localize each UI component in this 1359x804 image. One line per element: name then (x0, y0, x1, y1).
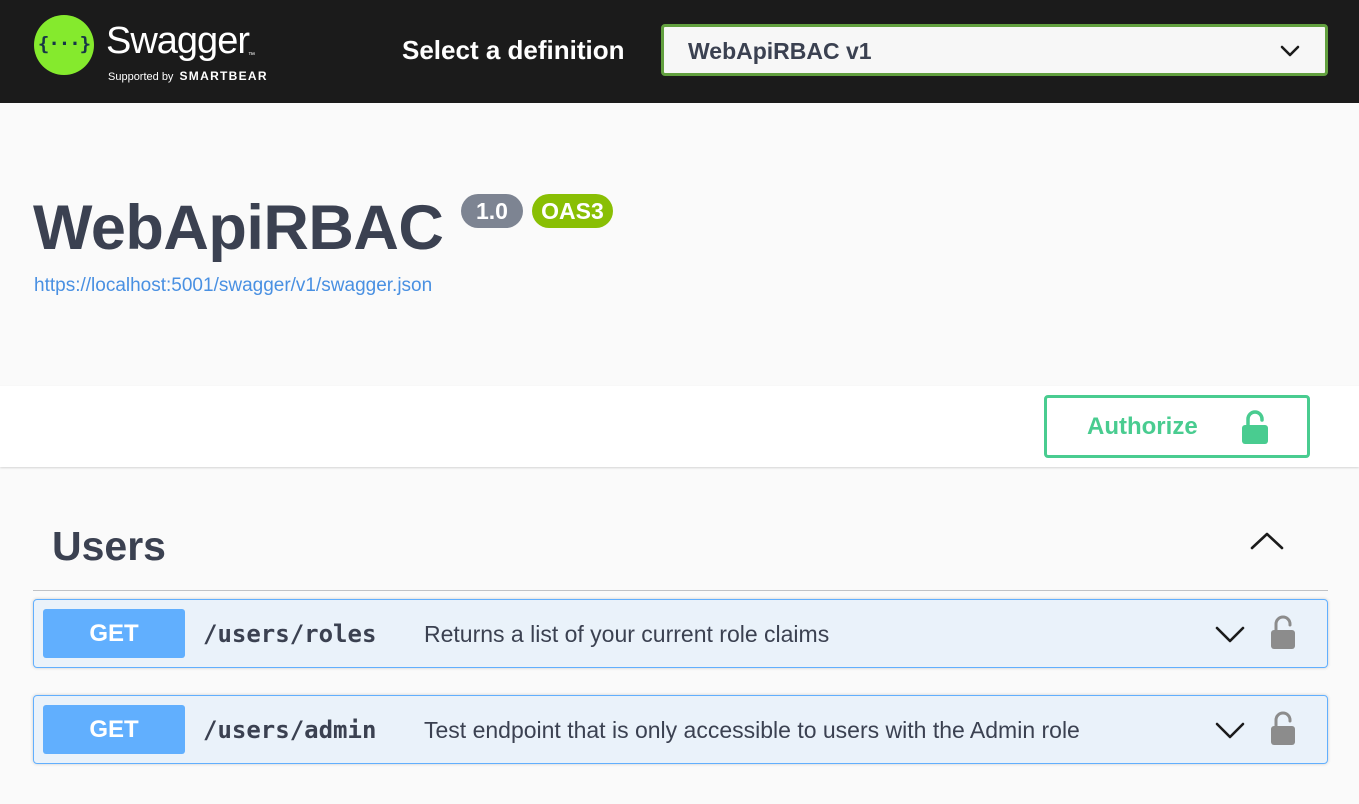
spec-url-link[interactable]: https://localhost:5001/swagger/v1/swagge… (34, 274, 432, 298)
logo-title: Swagger (106, 20, 250, 62)
logo-supported-by: Supported by (108, 71, 174, 83)
definition-select-value: WebApiRBAC v1 (688, 38, 872, 64)
tag-header-users[interactable]: Users (33, 512, 1328, 591)
operation-get-users-roles[interactable]: GET /users/roles Returns a list of your … (33, 599, 1328, 668)
operation-path: /users/roles (203, 620, 377, 648)
method-badge: GET (43, 609, 185, 658)
api-title: WebApiRBAC (33, 193, 444, 263)
chevron-down-icon (1280, 45, 1300, 57)
chevron-down-icon[interactable] (1214, 624, 1246, 644)
tag-title: Users (52, 523, 166, 569)
swagger-logo[interactable]: {···} Swagger ™ Supported by SMARTBEAR (34, 15, 284, 87)
version-badge: 1.0 (461, 194, 523, 228)
authorize-button[interactable]: Authorize (1044, 395, 1310, 458)
authorize-label: Authorize (1087, 413, 1198, 440)
swagger-logo-icon: {···} (34, 15, 94, 75)
definition-label: Select a definition (402, 35, 625, 65)
operation-get-users-admin[interactable]: GET /users/admin Test endpoint that is o… (33, 695, 1328, 764)
unlocked-padlock-icon (1242, 410, 1268, 444)
method-badge: GET (43, 705, 185, 754)
logo-braces: {···} (37, 33, 91, 55)
topbar: {···} Swagger ™ Supported by SMARTBEAR S… (0, 0, 1359, 103)
definition-select[interactable]: WebApiRBAC v1 (661, 24, 1328, 76)
operation-summary: Returns a list of your current role clai… (424, 621, 830, 647)
logo-trademark: ™ (248, 52, 255, 59)
logo-subtitle: Supported by SMARTBEAR (108, 69, 268, 84)
operation-path: /users/admin (203, 716, 377, 744)
oas-badge: OAS3 (532, 194, 613, 228)
operation-summary: Test endpoint that is only accessible to… (424, 717, 1080, 743)
unlocked-padlock-icon[interactable] (1269, 710, 1297, 746)
logo-company: SMARTBEAR (179, 69, 268, 83)
chevron-down-icon[interactable] (1214, 720, 1246, 740)
unlocked-padlock-icon[interactable] (1269, 614, 1297, 650)
chevron-up-icon (1250, 532, 1284, 550)
